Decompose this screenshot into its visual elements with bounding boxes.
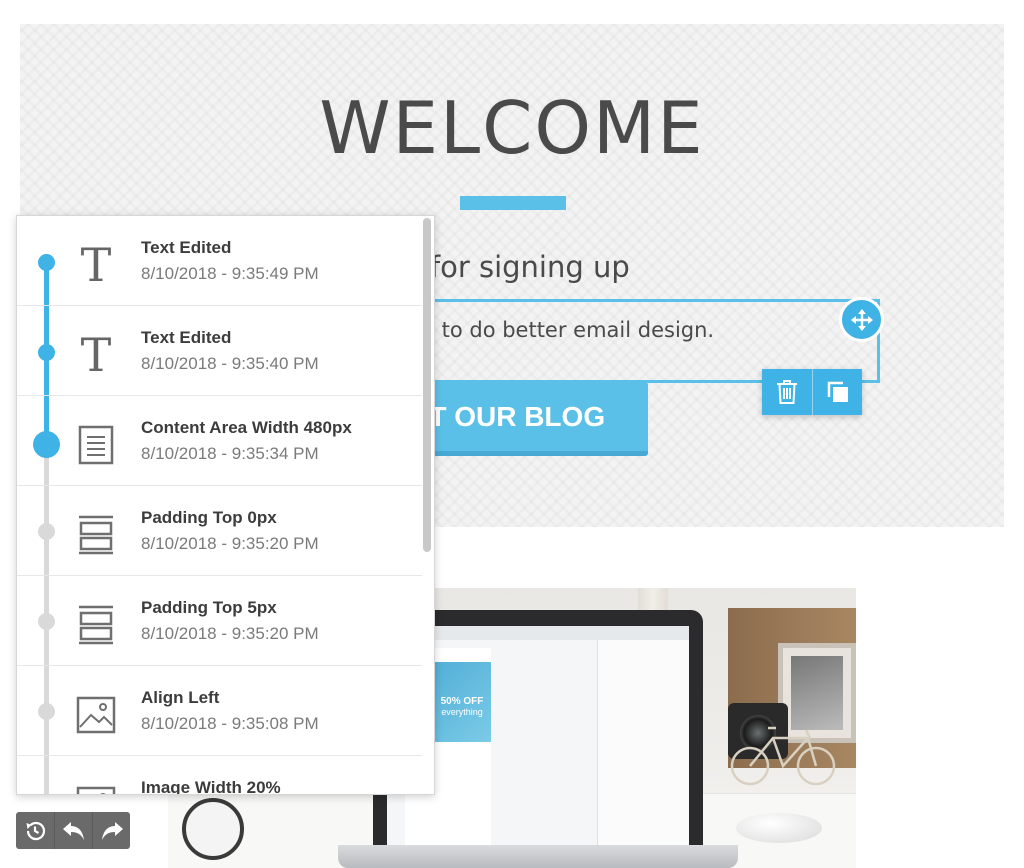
history-scrollbar[interactable] xyxy=(423,218,431,552)
offer-line2: everything xyxy=(441,707,483,717)
history-item-time: 8/10/2018 - 9:35:34 PM xyxy=(141,444,319,463)
timeline-dot xyxy=(38,613,55,630)
padding-icon xyxy=(73,512,119,558)
history-item-time: 8/10/2018 - 9:35:49 PM xyxy=(141,264,319,283)
history-item-title: Text Edited xyxy=(141,328,232,347)
history-item[interactable]: Padding Top 0px 8/10/2018 - 9:35:20 PM xyxy=(17,486,422,576)
document-icon xyxy=(73,422,119,468)
history-item[interactable]: T Text Edited 8/10/2018 - 9:35:49 PM xyxy=(17,216,422,306)
duplicate-icon xyxy=(827,381,848,402)
timeline-dot xyxy=(38,344,55,361)
undo-button[interactable] xyxy=(54,812,92,849)
trash-icon xyxy=(777,380,797,404)
image-icon xyxy=(73,782,119,794)
history-item-current[interactable]: Content Area Width 480px 8/10/2018 - 9:3… xyxy=(17,396,422,486)
offer-line1: 50% OFF xyxy=(440,696,484,707)
history-item-title: Content Area Width 480px xyxy=(141,418,352,437)
delete-block-button[interactable] xyxy=(762,369,812,415)
history-item-time: 8/10/2018 - 9:35:40 PM xyxy=(141,354,319,373)
clock xyxy=(182,798,244,860)
image-icon xyxy=(73,692,119,738)
history-item[interactable]: Image Width 20% xyxy=(17,756,422,795)
history-item-time: 8/10/2018 - 9:35:08 PM xyxy=(141,714,319,733)
history-icon xyxy=(26,821,46,840)
history-item-title: Align Left xyxy=(141,688,220,707)
history-toolbar xyxy=(16,812,130,849)
undo-icon xyxy=(62,821,84,840)
bicycle-figurine xyxy=(730,726,836,786)
history-item-title: Image Width 20% xyxy=(141,778,281,795)
laptop-base xyxy=(338,845,738,868)
block-tools xyxy=(762,369,862,415)
move-icon xyxy=(850,308,873,331)
history-list: T Text Edited 8/10/2018 - 9:35:49 PM T T… xyxy=(17,216,422,794)
history-item-title: Padding Top 0px xyxy=(141,508,277,527)
hero-divider xyxy=(460,196,566,210)
move-handle[interactable] xyxy=(839,297,884,342)
text-icon: T xyxy=(80,238,112,292)
history-item-time: 8/10/2018 - 9:35:20 PM xyxy=(141,534,319,553)
history-item[interactable]: T Text Edited 8/10/2018 - 9:35:40 PM xyxy=(17,306,422,396)
history-item-title: Padding Top 5px xyxy=(141,598,277,617)
screen-side-panel xyxy=(597,640,689,845)
screen-offer-text: 50% OFF everything xyxy=(437,696,487,717)
timeline-dot xyxy=(38,703,55,720)
history-item[interactable]: Padding Top 5px 8/10/2018 - 9:35:20 PM xyxy=(17,576,422,666)
hero-title[interactable]: WELCOME xyxy=(20,86,1004,170)
redo-button[interactable] xyxy=(92,812,130,849)
history-panel: T Text Edited 8/10/2018 - 9:35:49 PM T T… xyxy=(16,215,435,795)
timeline-dot xyxy=(38,523,55,540)
redo-icon xyxy=(101,821,123,840)
history-button[interactable] xyxy=(16,812,54,849)
history-item[interactable]: Align Left 8/10/2018 - 9:35:08 PM xyxy=(17,666,422,756)
duplicate-block-button[interactable] xyxy=(812,369,862,415)
mouse xyxy=(736,813,822,843)
history-item-title: Text Edited xyxy=(141,238,232,257)
history-item-time: 8/10/2018 - 9:35:20 PM xyxy=(141,624,319,643)
text-icon: T xyxy=(80,328,112,382)
timeline-dot xyxy=(38,254,55,271)
padding-icon xyxy=(73,602,119,648)
